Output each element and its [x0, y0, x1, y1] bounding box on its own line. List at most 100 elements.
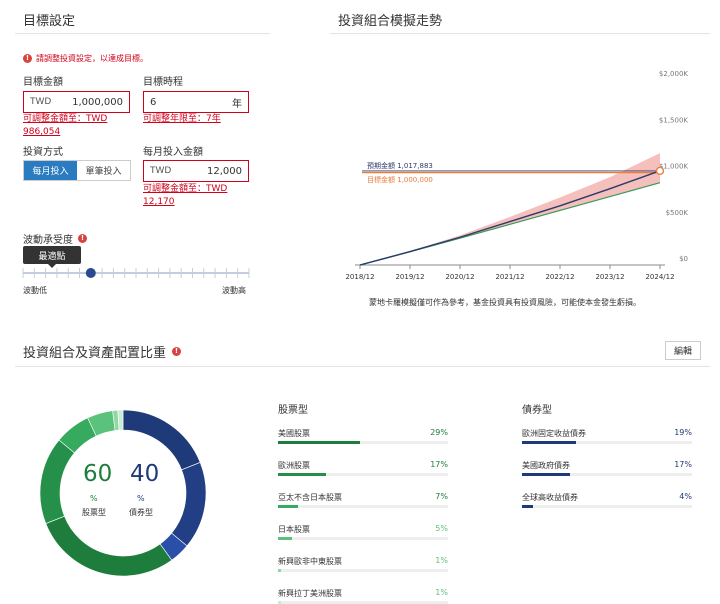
stock-group-title: 股票型 [278, 405, 308, 416]
allocation-percent: 17% [674, 460, 692, 469]
bond-percent: 40 [130, 461, 160, 487]
info-icon[interactable]: ! [172, 347, 182, 356]
allocation-title-text: 投資組合及資產配置比重 [23, 346, 167, 361]
x-tick-label: 2019/12 [395, 273, 424, 281]
monthly-amount-label: 每月投入金額 [143, 147, 203, 158]
edit-button[interactable]: 編輯 [665, 341, 701, 360]
allocation-bar-track [278, 569, 448, 572]
end-point-marker [655, 166, 665, 176]
monthly-amount-currency: TWD [150, 166, 172, 176]
target-period-label: 目標時程 [143, 77, 183, 88]
target-amount-input[interactable]: TWD 1,000,000 [23, 91, 130, 113]
allocation-bar-track [522, 473, 692, 476]
target-amount-value: 1,000,000 [72, 96, 123, 108]
allocation-name: 歐洲股票 [278, 461, 310, 470]
allocation-bar-fill [278, 505, 298, 508]
method-monthly-button[interactable]: 每月投入 [24, 161, 77, 180]
y-tick-label: $0 [679, 255, 688, 263]
allocation-percent: 17% [430, 460, 448, 469]
y-tick-label: $1,500K [659, 116, 688, 124]
allocation-bar-fill [278, 537, 293, 540]
monthly-amount-input[interactable]: TWD 12,000 [143, 160, 249, 182]
allocation-bar-fill [278, 569, 281, 572]
allocation-bar-track [278, 441, 448, 444]
risk-slider[interactable] [20, 264, 252, 284]
goal-panel-title: 目標設定 [23, 14, 76, 29]
y-tick-label: $2,000K [659, 70, 688, 78]
monthly-amount-hint[interactable]: 可調整金額至：TWD 12,170 [143, 183, 253, 209]
info-icon[interactable]: ! [78, 234, 87, 243]
monthly-amount-value: 12,000 [207, 165, 242, 177]
allocation-bar-track [278, 537, 448, 540]
chart-y-axis: $0$500K$1,000K$1,500K$2,000K [659, 70, 689, 263]
allocation-bar-fill [522, 505, 534, 508]
stock-type-label: 股票型 [82, 508, 106, 517]
target-period-input[interactable]: 6 年 [143, 91, 249, 113]
goal-title-divider [15, 33, 270, 34]
goal-warning-text: 請調整投資設定，以達成目標。 [36, 54, 148, 63]
target-amount-currency: TWD [30, 97, 52, 107]
allocation-bar-track [522, 441, 692, 444]
allocation-percent: 1% [435, 556, 448, 565]
allocation-name: 日本股票 [278, 525, 310, 534]
target-amount-label: 目標金額 [23, 77, 63, 88]
allocation-bar-track [278, 473, 448, 476]
target-period-unit: 年 [232, 98, 242, 110]
x-tick-label: 2023/12 [595, 273, 624, 281]
allocation-percent: 4% [679, 492, 692, 501]
allocation-percent: 19% [674, 428, 692, 437]
bond-group-title: 債券型 [522, 405, 552, 416]
allocation-name: 亞太不含日本股票 [278, 493, 342, 502]
allocation-name: 美國股票 [278, 429, 310, 438]
allocation-name: 全球高收益債券 [522, 493, 578, 502]
allocation-percent: 7% [435, 492, 448, 501]
chart-x-axis: 2018/12 2019/12 2020/12 2021/12 2022/12 2023/… [345, 264, 675, 281]
allocation-title-divider [15, 366, 710, 367]
donut-segment [117, 409, 124, 431]
bond-percent-sign: % [137, 494, 145, 503]
allocation-percent: 29% [430, 428, 448, 437]
allocation-percent: 5% [435, 524, 448, 533]
risk-tooltip: 最適點 [23, 246, 81, 268]
allocation-bar-fill [522, 473, 571, 476]
risk-tolerance-text: 波動承受度 [23, 235, 73, 246]
risk-tolerance-label: 波動承受度 ! [23, 231, 87, 246]
allocation-bar-track [522, 505, 692, 508]
simulation-panel-title: 投資組合模擬走勢 [338, 14, 443, 29]
allocation-name: 歐洲固定收益債券 [522, 429, 586, 438]
invest-method-toggle: 每月投入 單筆投入 [23, 160, 131, 181]
x-tick-label: 2020/12 [445, 273, 474, 281]
allocation-title: 投資組合及資產配置比重 ! [23, 342, 182, 361]
risk-slider-handle[interactable] [85, 268, 96, 278]
allocation-name: 美國政府債券 [522, 461, 570, 470]
stock-percent-sign: % [90, 494, 98, 503]
invest-method-label: 投資方式 [23, 147, 63, 158]
y-tick-label: $500K [666, 209, 689, 217]
x-tick-label: 2018/12 [345, 273, 374, 281]
goal-warning: ! 請調整投資設定，以達成目標。 [23, 53, 148, 64]
allocation-bar-track [278, 505, 448, 508]
donut-segment [45, 515, 173, 577]
bond-type-label: 債券型 [129, 508, 153, 517]
method-lump-sum-button[interactable]: 單筆投入 [77, 161, 130, 180]
target-period-hint[interactable]: 可調整年限至：7年 [143, 113, 221, 126]
simulation-title-divider [330, 33, 710, 34]
target-amount-hint[interactable]: 可調整金額至：TWD 986,054 [23, 113, 133, 139]
simulation-chart: $0$500K$1,000K$1,500K$2,000K 2018/12 2019… [345, 70, 689, 281]
legend-target: 目標金額 1,000,000 [367, 175, 433, 184]
allocation-bar-fill [522, 441, 576, 444]
alert-icon: ! [23, 54, 32, 63]
x-tick-label: 2024/12 [645, 273, 674, 281]
allocation-donut [39, 409, 207, 577]
x-tick-label: 2022/12 [545, 273, 574, 281]
risk-max-label: 波動高 [222, 286, 246, 295]
legend-expected: 預期金額 1,017,883 [367, 161, 433, 170]
allocation-name: 新興拉丁美洲股票 [278, 589, 342, 598]
target-period-value: 6 [150, 96, 157, 108]
x-tick-label: 2021/12 [495, 273, 524, 281]
risk-slider-ticks [22, 268, 250, 278]
risk-min-label: 波動低 [23, 286, 47, 295]
simulation-disclaimer: 蒙地卡羅模擬僅可作為參考，基金投資具有投資風險，可能使本金發生虧損。 [369, 298, 641, 307]
donut-segment [171, 462, 207, 547]
allocation-name: 新興歐非中東股票 [278, 557, 342, 566]
